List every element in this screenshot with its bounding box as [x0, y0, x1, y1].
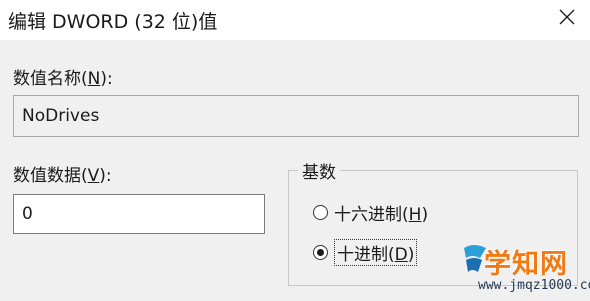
radio-decimal-label: 十进制(D): [334, 238, 418, 266]
radio-decimal[interactable]: 十进制(D): [313, 238, 418, 266]
window-title: 编辑 DWORD (32 位)值: [8, 11, 218, 33]
site-watermark: 学知网 www.jmqz1000.com: [464, 238, 590, 301]
close-button[interactable]: [544, 0, 590, 36]
watermark-brand: 学知网: [484, 249, 568, 280]
edit-dword-dialog: 编辑 DWORD (32 位)值 数值名称(N): NoDrives 数值数据(…: [0, 0, 590, 301]
watermark-url: www.jmqz1000.com: [478, 278, 590, 293]
radio-decimal-indicator: [313, 244, 328, 260]
radio-hexadecimal-indicator: [313, 204, 328, 220]
value-name-label: 数值名称(N):: [13, 69, 113, 89]
close-icon: [559, 9, 575, 25]
value-data-input[interactable]: [13, 194, 265, 234]
value-name-field: NoDrives: [13, 95, 579, 137]
base-groupbox-legend: 基数: [298, 158, 340, 183]
radio-hexadecimal-label: 十六进制(H): [334, 204, 429, 225]
value-data-label: 数值数据(V):: [13, 166, 112, 186]
radio-hexadecimal[interactable]: 十六进制(H): [313, 199, 428, 225]
title-bar: 编辑 DWORD (32 位)值: [0, 0, 590, 40]
